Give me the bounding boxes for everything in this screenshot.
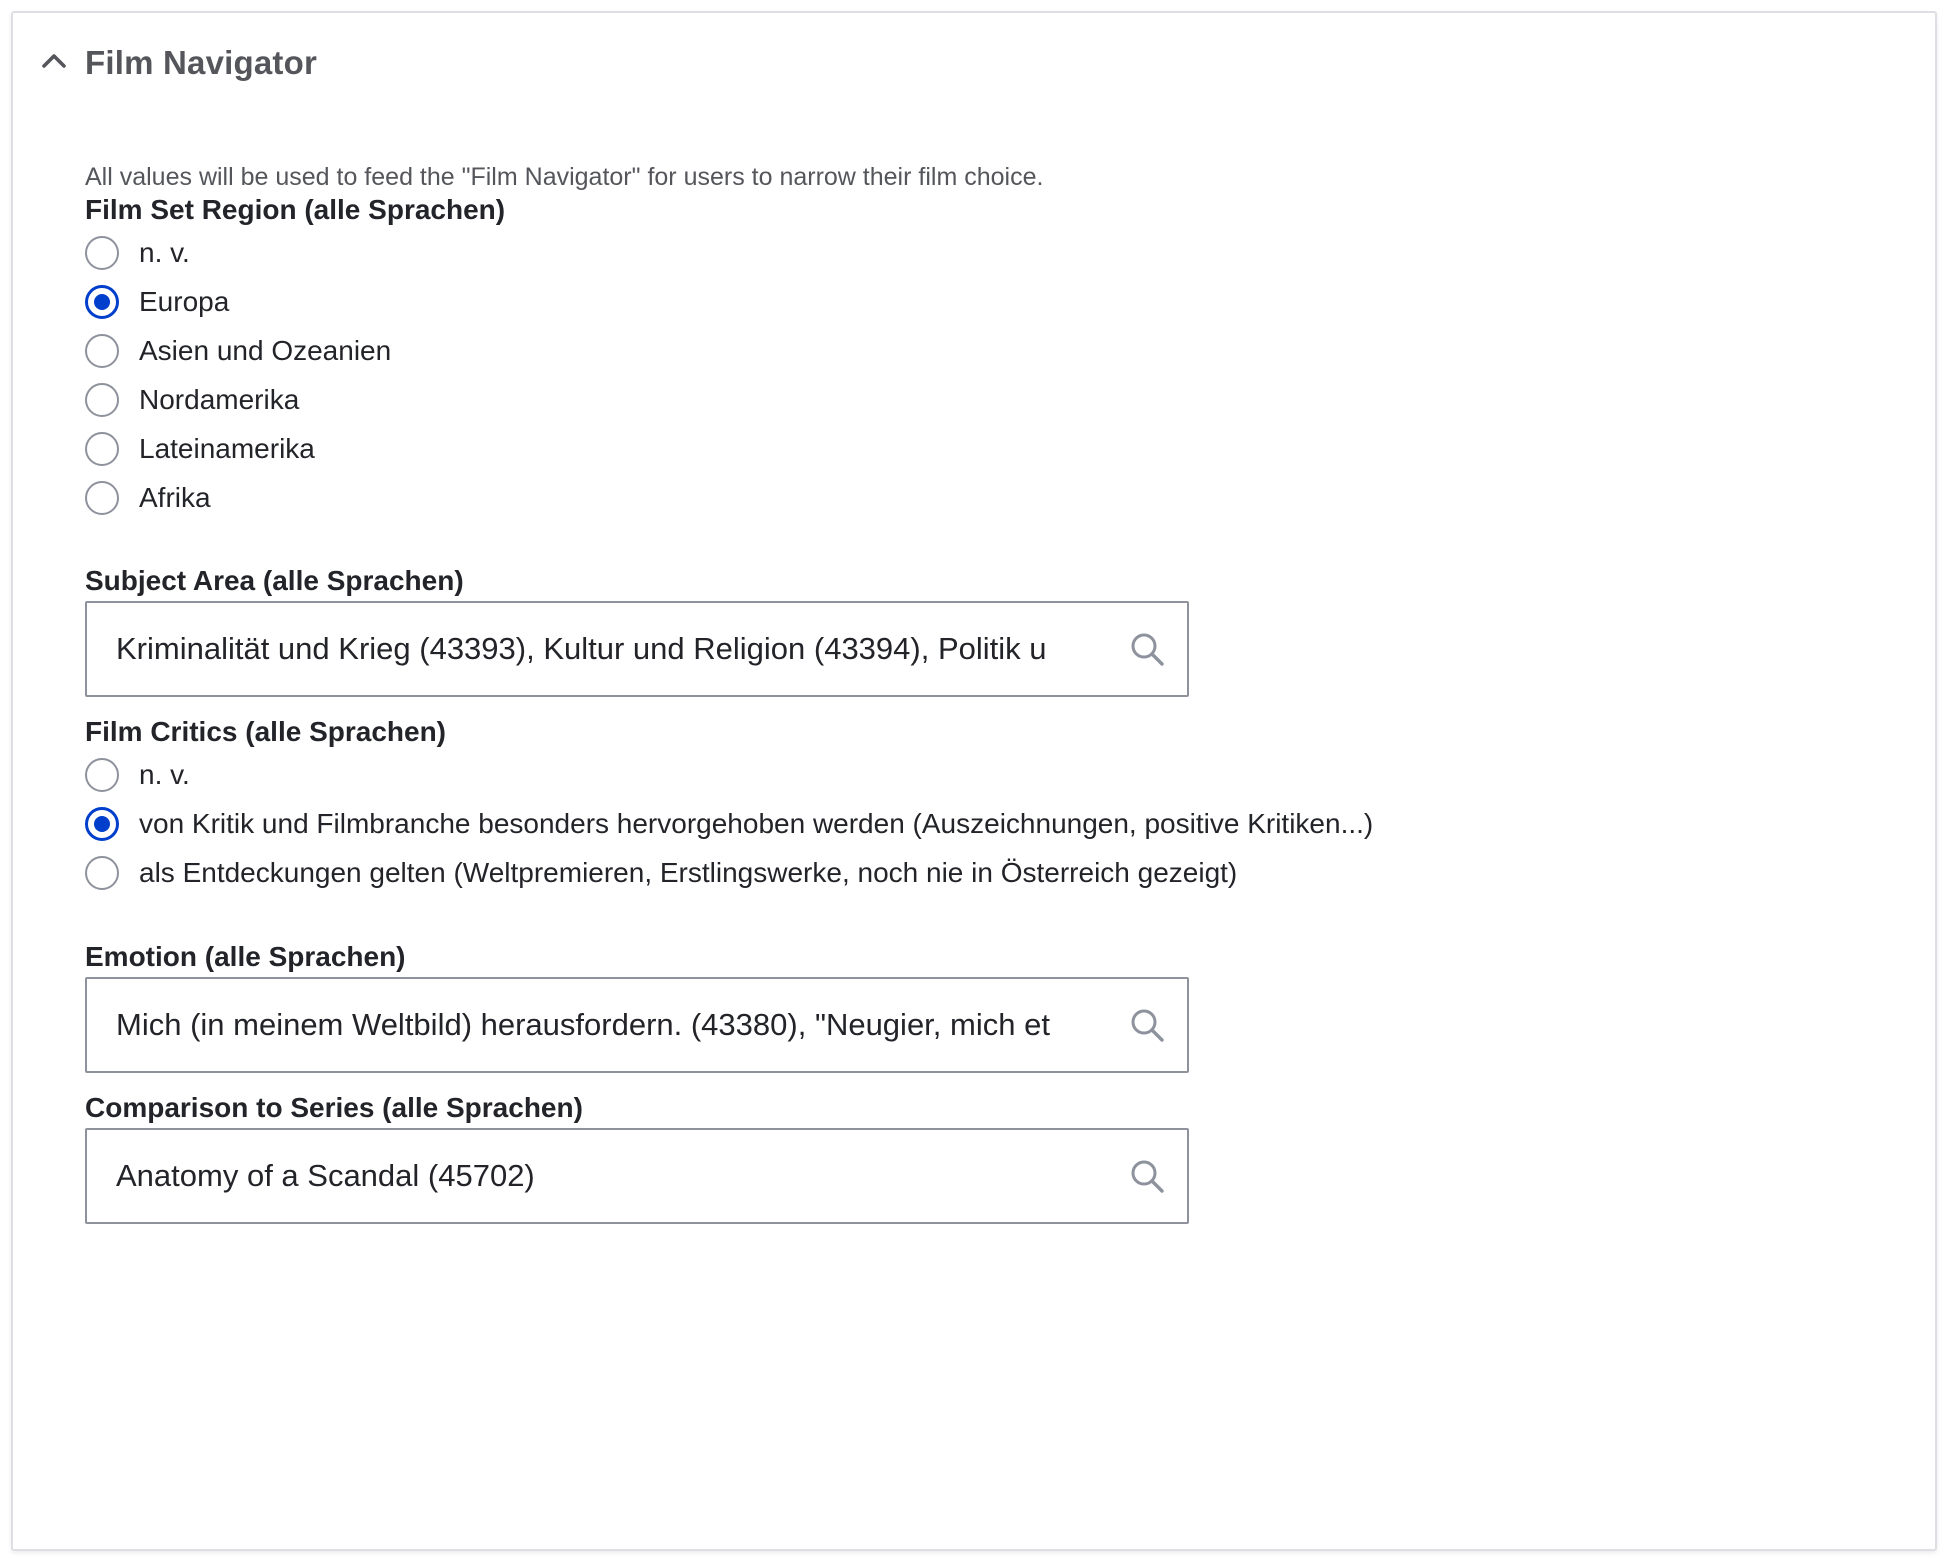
radio-label: Europa (139, 286, 230, 317)
emotion-value[interactable]: Mich (in meinem Weltbild) herausfordern.… (116, 979, 1111, 1071)
radio-button[interactable] (85, 432, 119, 466)
film-critics-label: Film Critics (alle Sprachen) (85, 716, 446, 747)
radio-label: Lateinamerika (139, 433, 315, 464)
search-icon (1131, 1160, 1164, 1193)
subject-area-input[interactable]: Kriminalität und Krieg (43393), Kultur u… (85, 601, 1189, 697)
film-set-region-label: Film Set Region (alle Sprachen) (85, 194, 506, 225)
radio-button[interactable] (85, 758, 119, 792)
comparison-to-series-value[interactable]: Anatomy of a Scandal (45702) (116, 1130, 1111, 1222)
film-navigator-toggle[interactable]: Film Navigator (13, 13, 1935, 113)
radio-label: als Entdeckungen gelten (Weltpremieren, … (139, 857, 1238, 888)
search-icon (1131, 1009, 1164, 1042)
emotion-label: Emotion (alle Sprachen) (85, 941, 406, 972)
radio-label: n. v. (139, 759, 190, 790)
film-set-region-option-asien-ozeanien[interactable]: Asien und Ozeanien (85, 331, 391, 371)
film-critics-option-nv[interactable]: n. v. (85, 755, 190, 795)
radio-button[interactable] (85, 383, 119, 417)
chevron-up-icon (42, 54, 66, 68)
panel-description: All values will be used to feed the "Fil… (85, 163, 1044, 191)
panel-title: Film Navigator (85, 44, 318, 81)
radio-label: n. v. (139, 237, 190, 268)
radio-label: Nordamerika (139, 384, 300, 415)
film-critics-option-entdeckungen[interactable]: als Entdeckungen gelten (Weltpremieren, … (85, 853, 1237, 893)
search-icon (1131, 633, 1164, 666)
radio-button-checked[interactable] (85, 285, 119, 319)
radio-button-checked[interactable] (85, 807, 119, 841)
radio-button[interactable] (85, 481, 119, 515)
radio-label: Asien und Ozeanien (139, 335, 392, 366)
film-set-region-option-nordamerika[interactable]: Nordamerika (85, 380, 299, 420)
film-navigator-panel: Film Navigator All values will be used t… (11, 11, 1937, 1551)
comparison-to-series-label: Comparison to Series (alle Sprachen) (85, 1092, 583, 1123)
radio-label: Afrika (139, 482, 211, 513)
subject-area-value[interactable]: Kriminalität und Krieg (43393), Kultur u… (116, 603, 1111, 695)
radio-button[interactable] (85, 236, 119, 270)
film-set-region-option-lateinamerika[interactable]: Lateinamerika (85, 429, 315, 469)
film-set-region-option-afrika[interactable]: Afrika (85, 478, 211, 518)
film-critics-option-hervorgehoben[interactable]: von Kritik und Filmbranche besonders her… (85, 804, 1373, 844)
comparison-to-series-input[interactable]: Anatomy of a Scandal (45702) (85, 1128, 1189, 1224)
emotion-input[interactable]: Mich (in meinem Weltbild) herausfordern.… (85, 977, 1189, 1073)
radio-button[interactable] (85, 856, 119, 890)
film-set-region-option-nv[interactable]: n. v. (85, 233, 190, 273)
film-set-region-option-europa[interactable]: Europa (85, 282, 229, 322)
radio-button[interactable] (85, 334, 119, 368)
subject-area-label: Subject Area (alle Sprachen) (85, 565, 464, 596)
radio-label: von Kritik und Filmbranche besonders her… (139, 808, 1374, 839)
